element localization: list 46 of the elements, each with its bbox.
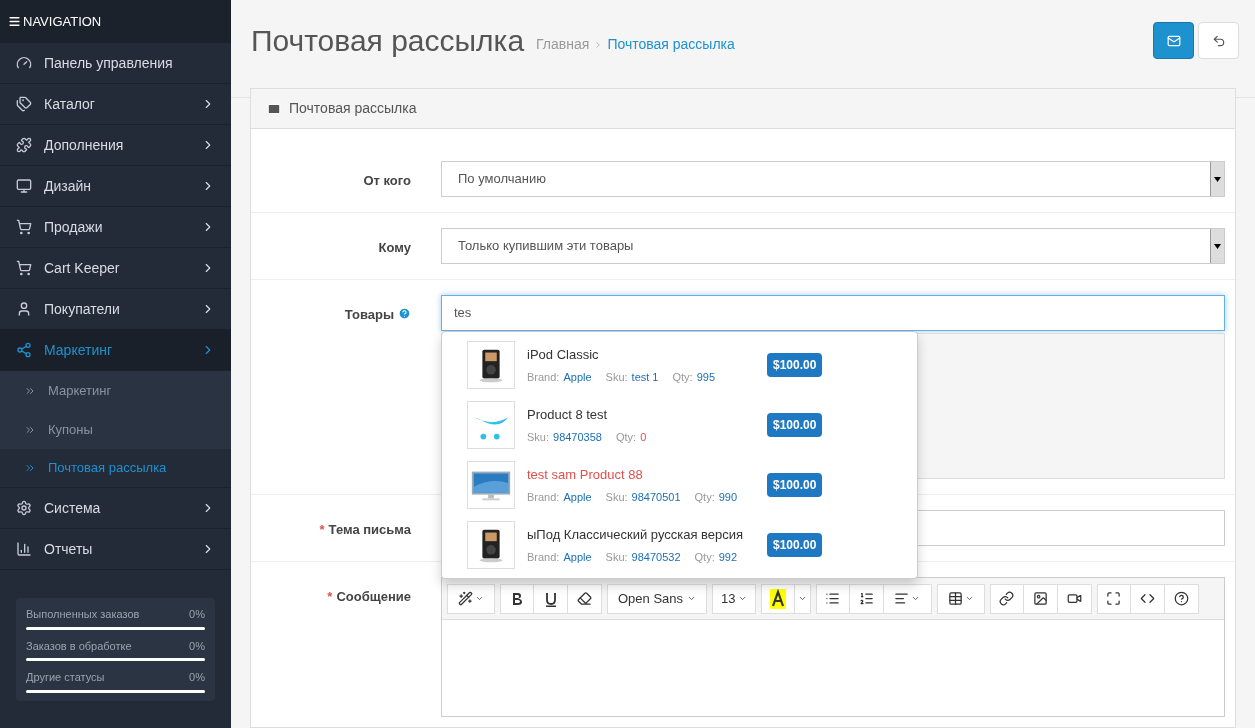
meta-value: Apple (563, 370, 592, 385)
meta-value: 98470532 (631, 550, 681, 565)
meta-value: 992 (718, 550, 738, 565)
field-label: Сообщение (336, 588, 411, 606)
meta-value: Apple (563, 490, 592, 505)
meta-label: Sku: (605, 490, 628, 505)
price-badge: $100.00 (767, 353, 823, 377)
required-mark: * (319, 521, 325, 539)
meta-label: Brand: (527, 370, 560, 385)
stat-value: 0% (189, 638, 205, 654)
meta-value: test 1 (631, 370, 659, 385)
meta-value: 0 (640, 430, 647, 445)
product-name: test sam Product 88 (527, 465, 644, 484)
stat-label: Выполненных заказов (26, 607, 140, 622)
meta-label: Brand: (527, 550, 560, 565)
navigation-header: NAVIGATION (0, 0, 231, 43)
panel-title: Почтовая рассылка (289, 99, 417, 118)
meta-label: Qty: (615, 430, 637, 445)
meta-value: 98470358 (553, 430, 602, 445)
stat-value: 0% (189, 670, 205, 685)
field-label: Тема письма (328, 521, 411, 539)
meta-value: 98470501 (631, 490, 681, 505)
meta-value: Apple (563, 550, 592, 565)
meta-label: Sku: (527, 430, 549, 445)
meta-label: Brand: (527, 490, 560, 505)
stat-value: 0% (189, 607, 205, 622)
field-label: Кому (378, 239, 411, 257)
stat-label: Заказов в обработке (26, 638, 132, 654)
price-badge: $100.00 (767, 533, 823, 557)
meta-label: Sku: (605, 370, 628, 385)
product-name: iPod Classic (527, 345, 600, 364)
meta-label: Qty: (672, 370, 693, 385)
meta-label: Qty: (694, 550, 715, 565)
meta-value: 995 (696, 370, 715, 385)
meta-label: Qty: (694, 490, 715, 505)
product-name: Product 8 test (527, 405, 609, 424)
price-badge: $100.00 (767, 413, 823, 437)
page-title: Почтовая рассылка (251, 23, 525, 59)
field-label: От кого (363, 172, 411, 190)
meta-label: Sku: (605, 550, 628, 565)
required-mark: * (327, 588, 333, 606)
stat-label: Другие статусы (26, 670, 105, 685)
product-name: ыПод Классический русская версия (527, 525, 745, 544)
field-label: Товары (344, 306, 394, 324)
meta-value: 990 (718, 490, 738, 505)
price-badge: $100.00 (767, 473, 823, 497)
